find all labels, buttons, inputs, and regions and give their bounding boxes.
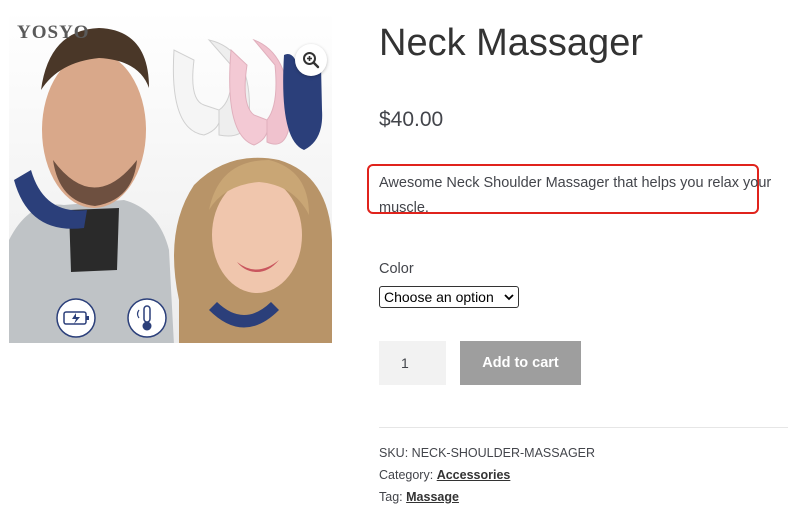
tag-line: Tag: Massage bbox=[379, 490, 459, 504]
magnifier-plus-icon bbox=[303, 52, 320, 69]
product-title: Neck Massager bbox=[379, 22, 643, 64]
tag-label: Tag: bbox=[379, 490, 403, 504]
thermometer-icon bbox=[127, 298, 167, 338]
brand-watermark: YOSYO bbox=[17, 22, 90, 43]
category-label: Category: bbox=[379, 468, 434, 482]
sku-line: SKU: NECK-SHOULDER-MASSAGER bbox=[379, 446, 595, 460]
zoom-button[interactable] bbox=[295, 44, 327, 76]
product-short-description: Awesome Neck Shoulder Massager that help… bbox=[379, 175, 772, 216]
sku-label: SKU: bbox=[379, 446, 409, 460]
product-photo bbox=[9, 10, 332, 343]
quantity-input[interactable]: 1 bbox=[379, 341, 446, 385]
color-select-value: Choose an option bbox=[384, 289, 494, 305]
chevron-down-icon bbox=[504, 293, 514, 300]
category-line: Category: Accessories bbox=[379, 468, 510, 482]
divider bbox=[379, 427, 788, 428]
sku-value: NECK-SHOULDER-MASSAGER bbox=[411, 446, 596, 460]
category-link[interactable]: Accessories bbox=[437, 468, 511, 482]
product-price: $40.00 bbox=[379, 108, 444, 131]
tag-link[interactable]: Massage bbox=[406, 490, 459, 504]
color-label: Color bbox=[379, 261, 414, 277]
product-image[interactable]: YOSYO bbox=[9, 10, 332, 343]
add-to-cart-button[interactable]: Add to cart bbox=[460, 341, 581, 385]
battery-icon bbox=[56, 298, 96, 338]
color-select[interactable]: Choose an option bbox=[379, 286, 519, 308]
